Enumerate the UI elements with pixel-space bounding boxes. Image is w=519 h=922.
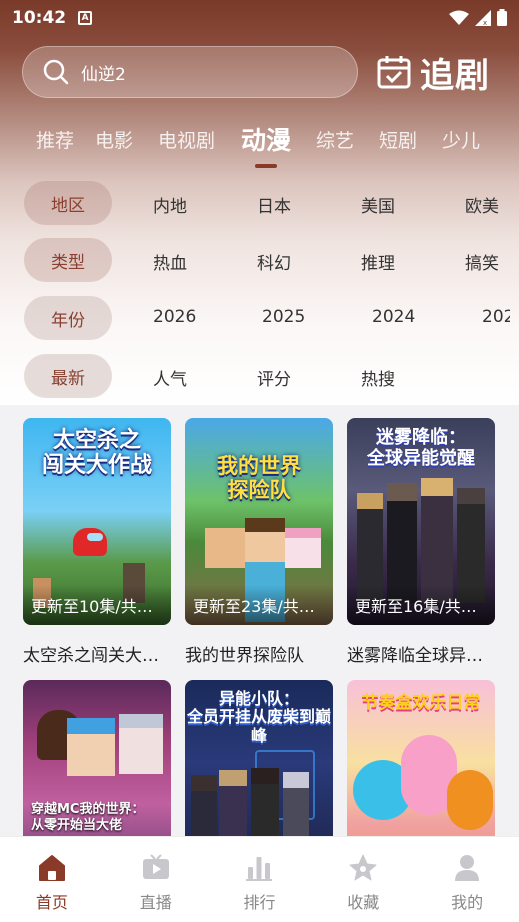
tab-variety[interactable]: 综艺 bbox=[316, 126, 354, 153]
tab-recommend[interactable]: 推荐 bbox=[36, 126, 74, 153]
tab-movie[interactable]: 电影 bbox=[95, 126, 133, 153]
episode-badge: 更新至23集/共… bbox=[185, 585, 333, 625]
search-query: 仙逆2 bbox=[81, 64, 126, 85]
filter-option[interactable]: 内地 bbox=[153, 192, 187, 217]
filter-row-year: 年份 2026 2025 2024 2023 bbox=[0, 296, 519, 340]
filter-option[interactable]: 热搜 bbox=[361, 365, 395, 390]
user-icon bbox=[455, 855, 480, 881]
filter-option[interactable]: 日本 bbox=[257, 192, 291, 217]
app-notification-icon: A bbox=[78, 11, 93, 25]
signal-icon: x bbox=[475, 9, 491, 26]
tab-anime[interactable]: 动漫 bbox=[241, 121, 291, 157]
nav-mine[interactable]: 我的 bbox=[415, 837, 519, 922]
search-input[interactable]: 仙逆2 bbox=[22, 46, 358, 98]
poster-image: 太空杀之 闯关大作战 更新至10集/共… bbox=[23, 418, 171, 625]
nav-label: 排行 bbox=[243, 893, 276, 912]
tab-short[interactable]: 短剧 bbox=[379, 126, 417, 153]
filter-option[interactable]: 评分 bbox=[257, 365, 291, 390]
filter-label-region[interactable]: 地区 bbox=[24, 181, 112, 225]
poster-title: 太空杀之 闯关大作战 bbox=[41, 428, 152, 479]
tab-kids[interactable]: 少儿 bbox=[442, 126, 480, 153]
wifi-icon bbox=[449, 10, 469, 25]
video-card[interactable]: 我的世界 探险队 更新至23集/共… 我的世界探险队 bbox=[185, 418, 333, 666]
video-card[interactable]: 迷雾降临： 全球异能觉醒 更新至16集/共… 迷雾降临全球异… bbox=[347, 418, 495, 666]
poster-title: 节奏盒欢乐日常 bbox=[361, 693, 481, 713]
star-icon bbox=[349, 854, 377, 881]
nav-favorites[interactable]: 收藏 bbox=[311, 837, 415, 922]
bottom-nav: 首页 直播 排行 收藏 我的 bbox=[0, 836, 519, 922]
poster-image: 我的世界 探险队 更新至23集/共… bbox=[185, 418, 333, 625]
filter-label-sort[interactable]: 最新 bbox=[24, 354, 112, 398]
nav-label: 收藏 bbox=[347, 893, 380, 912]
chart-icon bbox=[246, 857, 273, 881]
poster-title: 迷雾降临： 全球异能觉醒 bbox=[367, 427, 475, 469]
filter-option[interactable]: 2023 bbox=[482, 307, 510, 327]
status-bar: 10:42 A x bbox=[0, 0, 519, 36]
filter-option[interactable]: 推理 bbox=[361, 249, 395, 274]
filter-row-type: 类型 热血 科幻 推理 搞笑 bbox=[0, 238, 519, 282]
calendar-check-icon bbox=[377, 56, 411, 89]
nav-ranking[interactable]: 排行 bbox=[208, 837, 312, 922]
filter-option[interactable]: 美国 bbox=[361, 192, 395, 217]
nav-live[interactable]: 直播 bbox=[104, 837, 208, 922]
status-time: 10:42 bbox=[12, 8, 67, 28]
poster-title: 我的世界 探险队 bbox=[217, 454, 301, 503]
filter-option[interactable]: 2025 bbox=[262, 307, 305, 327]
filter-row-region: 地区 内地 日本 美国 欧美 bbox=[0, 181, 519, 225]
card-title: 我的世界探险队 bbox=[185, 646, 304, 666]
filter-row-sort: 最新 人气 评分 热搜 bbox=[0, 354, 519, 398]
video-card[interactable]: 太空杀之 闯关大作战 更新至10集/共… 太空杀之闯关大… bbox=[23, 418, 171, 666]
filter-label-type[interactable]: 类型 bbox=[24, 238, 112, 282]
episode-badge: 更新至16集/共… bbox=[347, 585, 495, 625]
filter-option[interactable]: 2024 bbox=[372, 307, 415, 327]
episode-badge: 更新至10集/共… bbox=[23, 585, 171, 625]
filter-option[interactable]: 科幻 bbox=[257, 249, 291, 274]
nav-label: 我的 bbox=[451, 893, 484, 912]
battery-icon bbox=[497, 9, 507, 26]
card-title: 太空杀之闯关大… bbox=[23, 646, 159, 666]
nav-label: 首页 bbox=[35, 893, 68, 912]
follow-label: 追剧 bbox=[420, 55, 490, 96]
tab-tv[interactable]: 电视剧 bbox=[158, 126, 215, 153]
poster-title: 穿越MC我的世界： 从零开始当大佬 bbox=[31, 802, 145, 834]
active-tab-indicator bbox=[255, 164, 277, 168]
category-tabs: 推荐 电影 电视剧 动漫 综艺 短剧 少儿 bbox=[0, 116, 519, 168]
search-icon bbox=[43, 59, 69, 85]
filter-option[interactable]: 热血 bbox=[153, 249, 187, 274]
filter-label-year[interactable]: 年份 bbox=[24, 296, 112, 340]
home-icon bbox=[38, 855, 65, 881]
filter-option[interactable]: 人气 bbox=[153, 365, 187, 390]
nav-label: 直播 bbox=[139, 893, 172, 912]
filter-option[interactable]: 搞笑 bbox=[465, 249, 499, 274]
tv-icon bbox=[142, 854, 169, 879]
filter-option[interactable]: 欧美 bbox=[465, 192, 499, 217]
svg-text:x: x bbox=[483, 19, 487, 26]
follow-button[interactable]: 追剧 bbox=[376, 48, 490, 97]
card-title: 迷雾降临全球异… bbox=[347, 646, 483, 666]
filter-option[interactable]: 2026 bbox=[153, 307, 196, 327]
search-row: 仙逆2 追剧 bbox=[22, 46, 500, 98]
poster-title: 异能小队： 全员开挂从废柴到巅峰 bbox=[186, 689, 331, 745]
poster-image: 迷雾降临： 全球异能觉醒 更新至16集/共… bbox=[347, 418, 495, 625]
nav-home[interactable]: 首页 bbox=[0, 837, 104, 922]
